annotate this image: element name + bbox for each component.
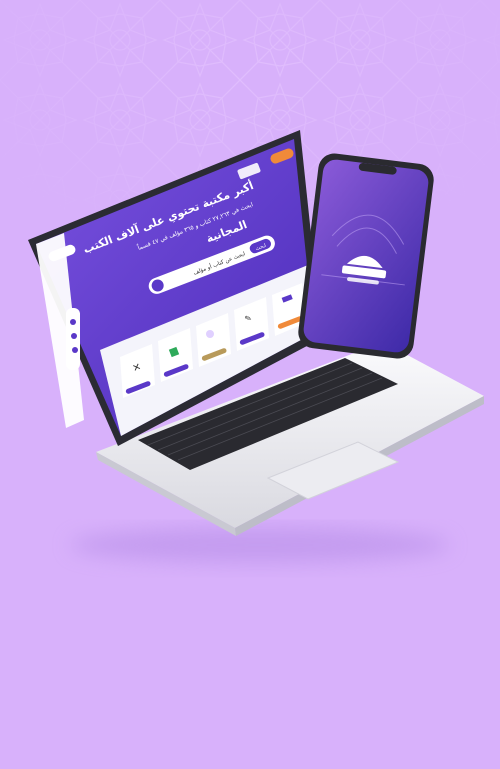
smartphone: [298, 153, 434, 359]
laptop-shadow: [70, 527, 450, 563]
device-mockup-scene: أكبر مكتبة تحتوي على آلاف الكتب ابحث في …: [28, 130, 484, 563]
sidebar-nav[interactable]: [66, 308, 80, 370]
